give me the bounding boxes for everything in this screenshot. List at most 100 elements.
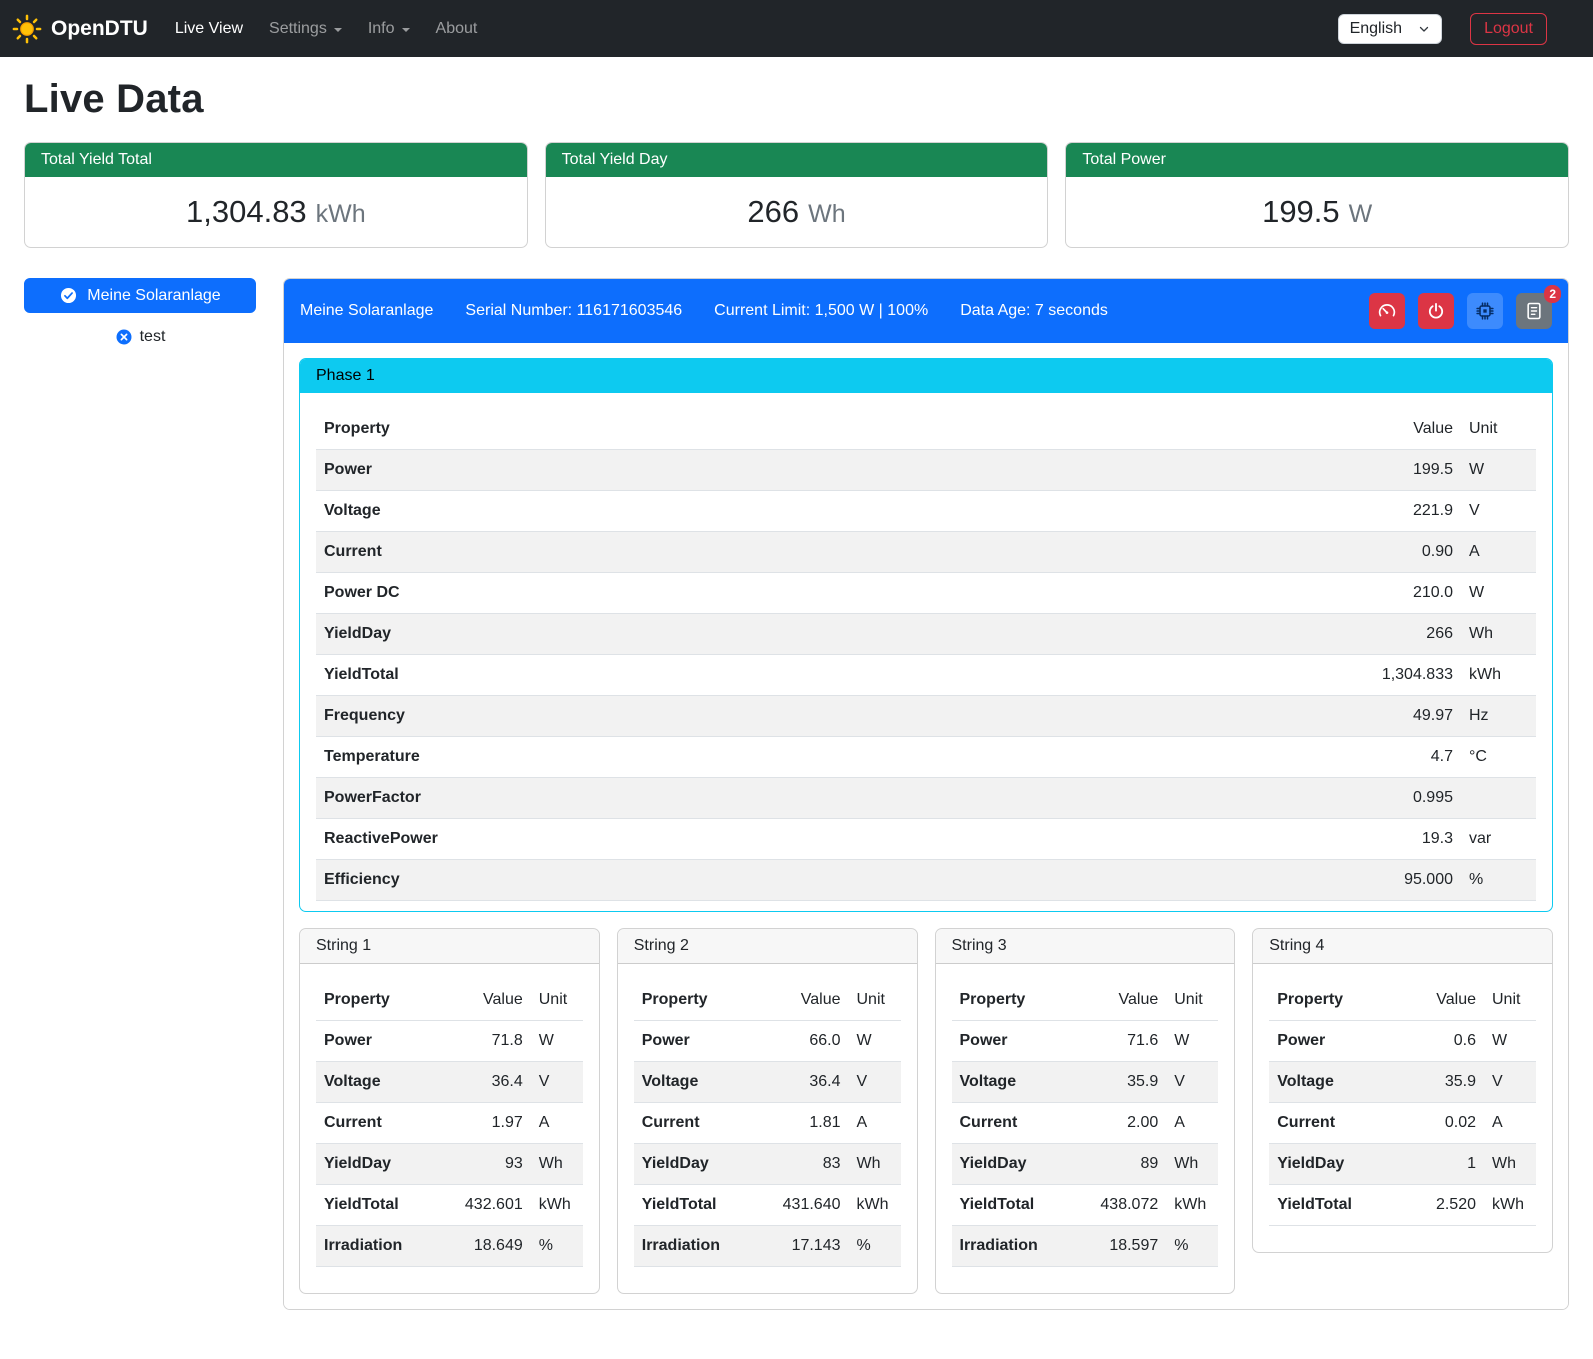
summary-unit: Wh <box>808 200 846 228</box>
brand[interactable]: OpenDTU <box>12 14 148 44</box>
value-cell: 2.520 <box>1406 1185 1484 1226</box>
column-header-property: Property <box>316 409 1246 450</box>
column-header-property: Property <box>634 980 771 1021</box>
property-cell: Current <box>634 1103 771 1144</box>
value-cell: 36.4 <box>453 1062 531 1103</box>
nav-about[interactable]: About <box>423 12 491 46</box>
property-cell: Irradiation <box>634 1226 771 1267</box>
summary-card-total-yield-day: Total Yield Day 266 Wh <box>545 142 1049 248</box>
value-cell: 1 <box>1406 1144 1484 1185</box>
table-row: YieldDay89Wh <box>952 1144 1219 1185</box>
property-cell: Voltage <box>316 1062 453 1103</box>
device-info-button[interactable] <box>1467 293 1503 329</box>
property-cell: Power <box>1269 1021 1406 1062</box>
chevron-down-icon <box>1418 23 1430 35</box>
value-cell: 93 <box>453 1144 531 1185</box>
nav-live-view[interactable]: Live View <box>162 12 256 46</box>
property-cell: Power <box>952 1021 1089 1062</box>
unit-cell: W <box>1461 450 1536 491</box>
property-cell: Current <box>952 1103 1089 1144</box>
column-header-unit: Unit <box>1166 980 1218 1021</box>
table-row: Irradiation17.143% <box>634 1226 901 1267</box>
event-log-button[interactable]: 2 <box>1516 293 1552 329</box>
property-cell: Power <box>634 1021 771 1062</box>
value-cell: 18.649 <box>453 1226 531 1267</box>
inverter-panel: Meine Solaranlage Serial Number: 1161716… <box>283 278 1569 1310</box>
summary-value: 1,304.83 <box>186 194 307 229</box>
nav-settings[interactable]: Settings <box>256 12 355 46</box>
unit-cell: V <box>1484 1062 1536 1103</box>
value-cell: 0.6 <box>1406 1021 1484 1062</box>
sun-icon <box>12 14 42 44</box>
language-select[interactable]: English <box>1338 14 1442 44</box>
caret-down-icon <box>334 28 342 32</box>
value-cell: 19.3 <box>1246 819 1461 860</box>
inverter-label: Meine Solaranlage <box>87 287 220 305</box>
inverter-sidebar: Meine Solaranlage test <box>24 278 256 346</box>
summary-row: Total Yield Total 1,304.83kWh Total Yiel… <box>24 142 1569 248</box>
inverter-action-buttons: 2 <box>1369 293 1552 329</box>
summary-value: 266 <box>747 194 799 229</box>
unit-cell: % <box>1461 860 1536 901</box>
column-header-value: Value <box>1406 980 1484 1021</box>
column-header-unit: Unit <box>849 980 901 1021</box>
unit-cell: °C <box>1461 737 1536 778</box>
value-cell: 1,304.833 <box>1246 655 1461 696</box>
unit-cell: V <box>1166 1062 1218 1103</box>
table-row: YieldTotal2.520kWh <box>1269 1185 1536 1226</box>
inverter-name: Meine Solaranlage <box>300 302 433 320</box>
property-cell: Frequency <box>316 696 1246 737</box>
table-row: Voltage36.4V <box>634 1062 901 1103</box>
table-row: YieldTotal431.640kWh <box>634 1185 901 1226</box>
unit-cell: A <box>1461 532 1536 573</box>
inverter-select-meine-solaranlage[interactable]: Meine Solaranlage <box>24 278 256 313</box>
table-row: Voltage36.4V <box>316 1062 583 1103</box>
string-card-title: String 1 <box>300 929 599 964</box>
inverter-serial: Serial Number: 116171603546 <box>465 302 682 320</box>
table-row: Current2.00A <box>952 1103 1219 1144</box>
table-header-row: PropertyValueUnit <box>634 980 901 1021</box>
table-row: Power71.6W <box>952 1021 1219 1062</box>
value-cell: 438.072 <box>1088 1185 1166 1226</box>
string-table: PropertyValueUnitPower71.6WVoltage35.9VC… <box>952 980 1219 1267</box>
nav-settings-label: Settings <box>269 20 327 38</box>
power-button[interactable] <box>1418 293 1454 329</box>
column-header-unit: Unit <box>531 980 583 1021</box>
property-cell: Current <box>316 1103 453 1144</box>
column-header-property: Property <box>1269 980 1406 1021</box>
nav-info[interactable]: Info <box>355 12 423 46</box>
unit-cell: % <box>531 1226 583 1267</box>
limit-settings-button[interactable] <box>1369 293 1405 329</box>
property-cell: Voltage <box>316 491 1246 532</box>
journal-icon <box>1524 301 1544 321</box>
table-row: Voltage35.9V <box>1269 1062 1536 1103</box>
summary-card-body: 199.5W <box>1066 177 1568 247</box>
property-cell: Irradiation <box>316 1226 453 1267</box>
value-cell: 266 <box>1246 614 1461 655</box>
value-cell: 2.00 <box>1088 1103 1166 1144</box>
table-row: YieldDay83Wh <box>634 1144 901 1185</box>
summary-unit: kWh <box>316 200 366 228</box>
value-cell: 89 <box>1088 1144 1166 1185</box>
property-cell: ReactivePower <box>316 819 1246 860</box>
logout-button[interactable]: Logout <box>1470 13 1547 45</box>
summary-card-title: Total Yield Day <box>546 143 1048 177</box>
value-cell: 71.8 <box>453 1021 531 1062</box>
property-cell: PowerFactor <box>316 778 1246 819</box>
summary-card-total-yield-total: Total Yield Total 1,304.83kWh <box>24 142 528 248</box>
inverter-select-test[interactable]: test <box>24 328 256 346</box>
unit-cell: % <box>1166 1226 1218 1267</box>
property-cell: YieldTotal <box>316 1185 453 1226</box>
table-row: Current1.81A <box>634 1103 901 1144</box>
value-cell: 431.640 <box>771 1185 849 1226</box>
table-row: YieldTotal432.601kWh <box>316 1185 583 1226</box>
unit-cell <box>1461 778 1536 819</box>
value-cell: 83 <box>771 1144 849 1185</box>
value-cell: 221.9 <box>1246 491 1461 532</box>
string-card-title: String 3 <box>936 929 1235 964</box>
property-cell: YieldTotal <box>634 1185 771 1226</box>
column-header-unit: Unit <box>1484 980 1536 1021</box>
table-header-row: Property Value Unit <box>316 409 1536 450</box>
unit-cell: V <box>531 1062 583 1103</box>
property-cell: YieldDay <box>1269 1144 1406 1185</box>
